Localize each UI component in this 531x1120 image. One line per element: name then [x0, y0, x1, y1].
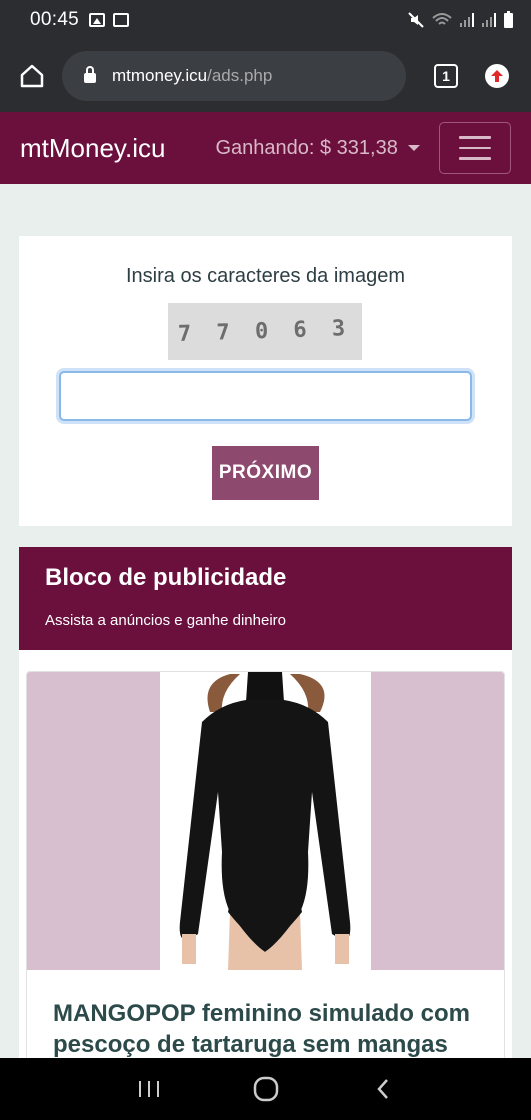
captcha-input[interactable] [59, 371, 472, 421]
product-card[interactable]: MANGOPOP feminino simulado com pescoço d… [26, 671, 505, 1071]
ad-block-header: Bloco de publicidade Assista a anúncios … [19, 547, 512, 650]
photo-id-icon [113, 13, 130, 27]
menu-toggle-button[interactable] [439, 122, 511, 174]
caret-down-icon [407, 145, 420, 151]
status-system-icons [408, 10, 513, 28]
tabs-button[interactable]: 1 [434, 64, 458, 88]
url-path: /ads.php [207, 66, 273, 85]
back-icon [376, 1079, 388, 1099]
lock-icon [84, 66, 96, 83]
bodysuit-illustration [179, 672, 351, 970]
captcha-text: 7 7 0 6 3 [178, 315, 352, 348]
home-icon [20, 64, 44, 88]
ad-block-title: Bloco de publicidade [45, 564, 287, 591]
site-navbar: mtMoney.icu Ganhando: $ 331,38 [0, 112, 531, 184]
hamburger-icon [459, 136, 491, 139]
arrow-up-icon [491, 70, 503, 82]
next-button[interactable]: PRÓXIMO [212, 446, 319, 500]
product-image-area [27, 672, 504, 970]
home-nav-button[interactable] [246, 1069, 286, 1109]
product-image [160, 672, 371, 970]
browser-toolbar: mtmoney.icu/ads.php 1 [0, 40, 531, 112]
back-button[interactable] [363, 1069, 403, 1109]
earnings-dropdown[interactable]: Ganhando: $ 331,38 [215, 136, 420, 160]
ad-block: Bloco de publicidade Assista a anúncios … [19, 547, 512, 1071]
product-title[interactable]: MANGOPOP feminino simulado com pescoço d… [53, 998, 484, 1060]
android-navigation-bar [0, 1058, 531, 1120]
battery-icon [504, 10, 513, 28]
wifi-icon [432, 13, 452, 25]
signal-icon [482, 13, 496, 27]
captcha-card: Insira os caracteres da imagem 7 7 0 6 3… [19, 236, 512, 526]
home-button[interactable] [16, 60, 48, 92]
brand-logo[interactable]: mtMoney.icu [20, 133, 165, 164]
recents-icon [138, 1081, 159, 1097]
status-time: 00:45 [30, 9, 80, 30]
mute-icon [408, 12, 424, 28]
captcha-image: 7 7 0 6 3 [168, 303, 362, 360]
earnings-label: Ganhando: $ 331,38 [215, 136, 398, 159]
captcha-label: Insira os caracteres da imagem [125, 265, 405, 287]
image-icon [89, 13, 106, 27]
url-domain: mtmoney.icu [112, 66, 208, 85]
signal-icon [460, 13, 474, 27]
address-bar[interactable]: mtmoney.icu/ads.php [62, 51, 406, 101]
status-bar: 00:45 [0, 0, 531, 40]
ad-block-subtitle: Assista a anúncios e ganhe dinheiro [45, 612, 286, 629]
status-notification-icons [89, 13, 130, 27]
home-circle-icon [253, 1076, 278, 1102]
recents-button[interactable] [129, 1069, 169, 1109]
update-button[interactable] [485, 64, 509, 88]
